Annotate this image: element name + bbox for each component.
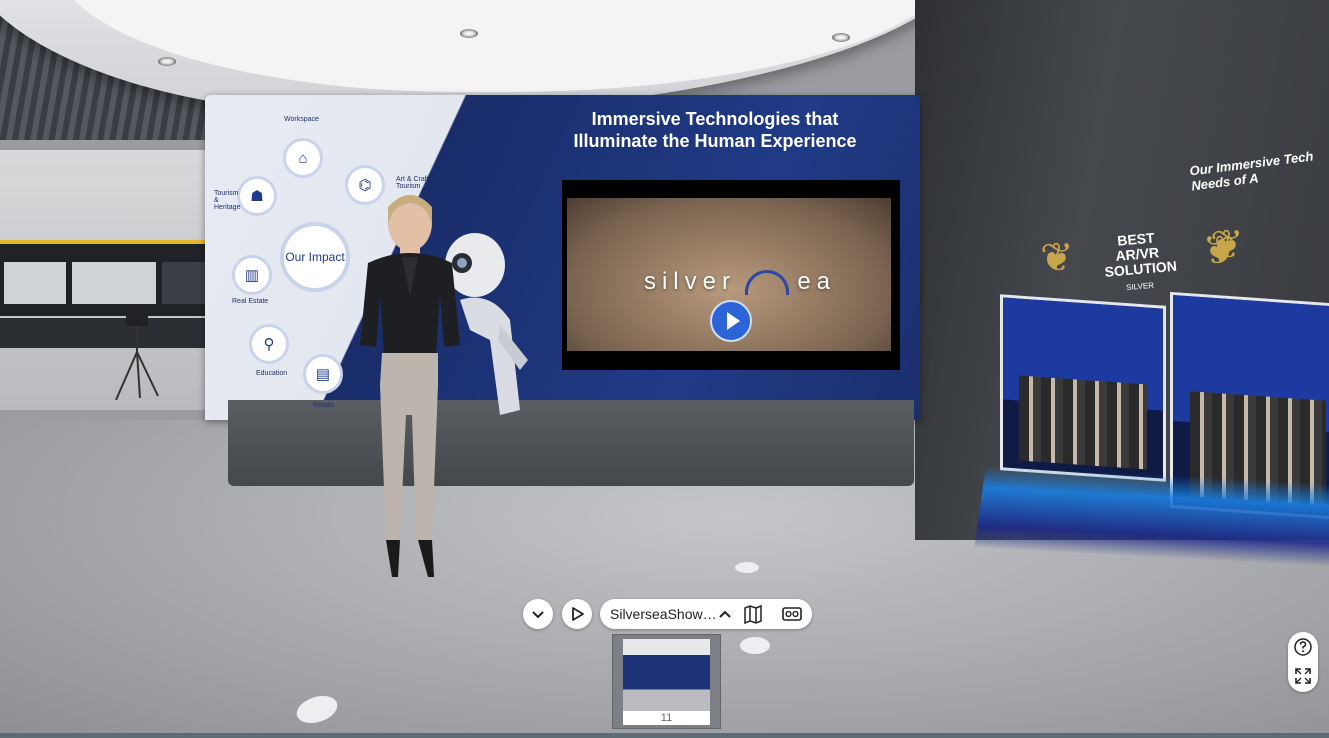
camera-tripod <box>115 312 159 400</box>
scene-thumbnail[interactable]: 11 <box>612 634 721 729</box>
play-icon <box>572 607 584 621</box>
award-title: BEST AR/VR SOLUTION SILVER <box>1103 229 1178 293</box>
impact-label: Retails <box>313 402 335 409</box>
video-play-button[interactable] <box>710 300 752 342</box>
exhibit-panel-strip <box>0 240 222 316</box>
bottom-edge <box>0 733 1329 738</box>
retail-icon: ▤ <box>303 354 343 394</box>
laurel-icon: ❦ <box>1040 236 1074 280</box>
map-icon[interactable] <box>742 604 764 624</box>
ceiling-light <box>158 57 176 66</box>
impact-label: Workspace <box>284 116 319 123</box>
fullscreen-button[interactable] <box>1291 664 1315 688</box>
education-icon: ⚲ <box>249 324 289 364</box>
wall-heading: Immersive Technologies that Illuminate t… <box>573 109 857 151</box>
heritage-icon: ☗ <box>237 176 277 216</box>
workspace-icon: ⌂ <box>283 138 323 178</box>
help-icon <box>1294 638 1312 656</box>
impact-label: Tourism & Heritage <box>214 190 241 211</box>
building-icon: ▥ <box>232 255 272 295</box>
vr-headset-icon[interactable] <box>781 604 803 624</box>
viewer-controls <box>1288 632 1318 692</box>
laurel-icon: ❦ <box>1210 223 1244 267</box>
chevron-up-icon[interactable] <box>714 604 736 624</box>
autoplay-button[interactable] <box>562 599 592 629</box>
ceiling-light <box>460 29 478 38</box>
scene-name[interactable]: SilverseaShowr… <box>610 606 718 622</box>
chevron-down-icon <box>532 611 544 619</box>
video-brand-logo: silver ea <box>643 268 837 296</box>
virtual-tour-viewport[interactable]: Our Immersive Tech Needs of A ❦ BEST AR/… <box>0 0 1329 738</box>
scene-thumbnail-image <box>623 639 710 711</box>
ceiling-light <box>832 33 850 42</box>
navigation-hotspot[interactable] <box>735 562 759 573</box>
left-ledge <box>0 318 222 348</box>
help-button[interactable] <box>1291 635 1315 659</box>
collapse-toolbar-button[interactable] <box>523 599 553 629</box>
virtual-host-avatar[interactable] <box>340 185 480 585</box>
navigation-hotspot[interactable] <box>740 637 770 654</box>
scene-selector[interactable]: SilverseaShowr… <box>600 599 812 629</box>
fullscreen-icon <box>1295 668 1311 684</box>
impact-label: Real Estate <box>232 298 269 305</box>
scene-thumbnail-number: 11 <box>623 711 710 725</box>
impact-label: Education <box>256 370 288 377</box>
display-wall-base <box>228 400 914 486</box>
